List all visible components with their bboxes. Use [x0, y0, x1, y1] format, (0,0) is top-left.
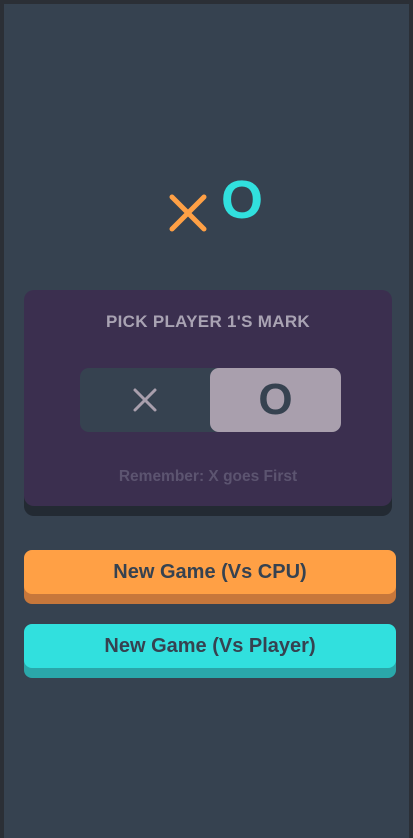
pick-mark-card: PICK PLAYER 1'S MARK O Remember: X goes … [24, 290, 392, 506]
card-title: PICK PLAYER 1'S MARK [105, 312, 310, 331]
toggle-o-option[interactable]: O [210, 368, 341, 432]
card-note: Remember: X goes First [118, 468, 298, 485]
logo: O [4, 170, 409, 238]
toggle-o-label: O [258, 375, 293, 424]
toggle-x-option[interactable] [80, 368, 210, 432]
mark-toggle: O [80, 368, 341, 432]
x-mark-icon [133, 388, 157, 412]
new-game-vs-player-button[interactable]: New Game (Vs Player) [24, 624, 396, 668]
app-screen: O PICK PLAYER 1'S MARK O Remember: X goe… [4, 4, 409, 838]
new-game-vs-cpu-button[interactable]: New Game (Vs CPU) [24, 550, 396, 594]
o-mark-logo: O [221, 170, 264, 230]
x-mark-icon [169, 194, 207, 232]
